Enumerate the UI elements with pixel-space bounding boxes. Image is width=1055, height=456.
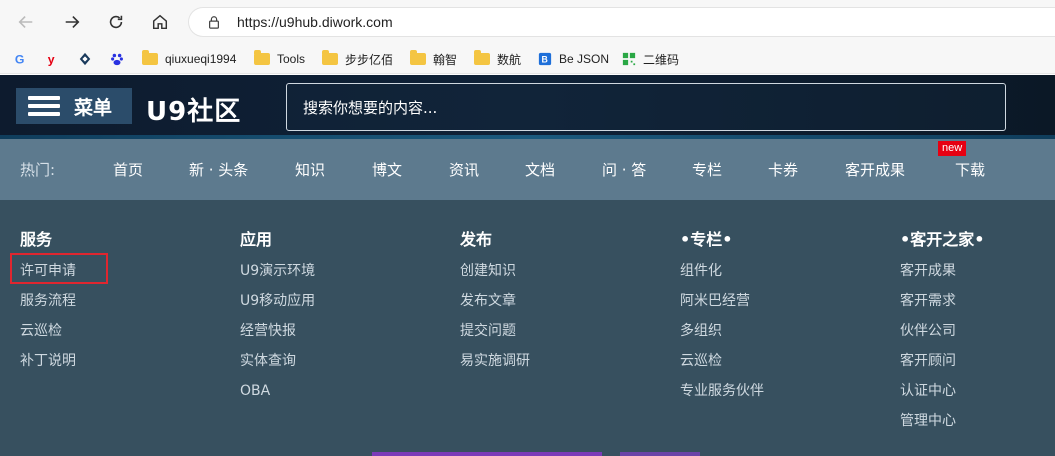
- nav-item-qa[interactable]: 问 · 答: [602, 159, 646, 180]
- diamond-icon: [79, 52, 91, 66]
- bookmark-label: Tools: [277, 52, 306, 66]
- menu-link[interactable]: 伙伴公司: [900, 316, 984, 346]
- column-title: 发布: [460, 230, 493, 249]
- bookmark-folder[interactable]: 步步亿佰: [322, 48, 393, 70]
- bookmarks-bar: G y qiuxueqi1994 Tools 步步亿佰 翰智 数航 B Be J…: [0, 44, 1055, 74]
- nav-item-knowledge[interactable]: 知识: [295, 159, 325, 180]
- nav-item-home[interactable]: 首页: [113, 159, 143, 180]
- address-bar[interactable]: https://u9hub.diwork.com: [188, 7, 1055, 37]
- home-icon[interactable]: [146, 8, 174, 36]
- svg-text:G: G: [15, 52, 25, 66]
- new-badge: new: [938, 141, 967, 156]
- nav-item-news[interactable]: 资讯: [449, 159, 479, 180]
- menu-column-services: 服务 许可申请 服务流程 云巡检 补丁说明: [20, 226, 76, 376]
- menu-column-columns: •专栏• 组件化 阿米巴经营 多组织 云巡检 专业服务伙伴: [680, 226, 764, 406]
- menu-button[interactable]: 菜单: [16, 88, 132, 124]
- menu-column-publish: 发布 创建知识 发布文章 提交问题 易实施调研: [460, 226, 530, 376]
- menu-column-apps: 应用 U9演示环境 U9移动应用 经营快报 实体查询 OBA: [240, 226, 315, 406]
- column-title: •客开之家•: [900, 230, 985, 249]
- folder-icon: [142, 50, 158, 65]
- bejson-icon: B: [538, 52, 552, 66]
- google-icon: G: [15, 52, 25, 66]
- menu-link[interactable]: 多组织: [680, 316, 764, 346]
- menu-link[interactable]: 经营快报: [240, 316, 315, 346]
- menu-link[interactable]: 阿米巴经营: [680, 286, 764, 316]
- menu-link[interactable]: 客开成果: [900, 256, 984, 286]
- menu-link[interactable]: 客开需求: [900, 286, 984, 316]
- diamond-bookmark[interactable]: [78, 48, 99, 70]
- nav-item-download[interactable]: 下载: [955, 159, 985, 180]
- menu-link[interactable]: 专业服务伙伴: [680, 376, 764, 406]
- bookmark-folder[interactable]: 翰智: [410, 48, 457, 70]
- svg-text:B: B: [542, 55, 548, 65]
- bookmark-label: 翰智: [433, 52, 458, 67]
- yonyou-icon: y: [48, 52, 55, 66]
- mega-menu: 服务 许可申请 服务流程 云巡检 补丁说明 应用 U9演示环境 U9移动应用 经…: [0, 200, 1055, 456]
- folder-icon: [322, 50, 338, 65]
- nav-item-docs[interactable]: 文档: [525, 159, 555, 180]
- bookmark-folder[interactable]: Tools: [254, 48, 305, 70]
- back-arrow-icon[interactable]: [12, 8, 40, 36]
- bookmark-folder[interactable]: 数航: [474, 48, 521, 70]
- menu-link[interactable]: 补丁说明: [20, 346, 76, 376]
- nav-item-custom-results[interactable]: 客开成果: [845, 159, 905, 180]
- menu-link[interactable]: U9移动应用: [240, 286, 315, 316]
- nav-item-blog[interactable]: 博文: [372, 159, 402, 180]
- menu-link[interactable]: 服务流程: [20, 286, 76, 316]
- menu-link[interactable]: 实体查询: [240, 346, 315, 376]
- menu-link[interactable]: 客开顾问: [900, 346, 984, 376]
- menu-link[interactable]: 创建知识: [460, 256, 530, 286]
- bookmark-label: 数航: [497, 52, 522, 67]
- bookmark-folder[interactable]: qiuxueqi1994: [142, 48, 236, 70]
- yonyou-bookmark[interactable]: y: [46, 48, 67, 70]
- bookmark-label: 二维码: [643, 52, 680, 67]
- refresh-icon[interactable]: [102, 8, 130, 36]
- menu-link[interactable]: 管理中心: [900, 406, 984, 436]
- site-logo[interactable]: U9社区: [146, 91, 241, 128]
- hot-label: 热门:: [20, 161, 56, 179]
- baidu-icon: [111, 53, 123, 66]
- nav-item-headlines[interactable]: 新 · 头条: [189, 159, 248, 180]
- bookmark-label: qiuxueqi1994: [165, 52, 237, 66]
- menu-link[interactable]: OBA: [240, 376, 315, 406]
- column-title: 服务: [20, 230, 53, 249]
- hot-nav: 热门: 首页 新 · 头条 知识 博文 资讯 文档 问 · 答 专栏 卡券 客开…: [0, 139, 1055, 200]
- site-header: 菜单 U9社区 搜索你想要的内容...: [0, 75, 1055, 139]
- bookmark-qrcode[interactable]: 二维码: [622, 48, 679, 70]
- search-input[interactable]: 搜索你想要的内容...: [286, 83, 1006, 131]
- column-title: •专栏•: [680, 230, 733, 249]
- menu-link[interactable]: U9演示环境: [240, 256, 315, 286]
- hamburger-icon: [28, 96, 60, 116]
- google-bookmark[interactable]: G: [14, 48, 35, 70]
- forward-arrow-icon[interactable]: [58, 8, 86, 36]
- browser-toolbar: https://u9hub.diwork.com: [0, 0, 1055, 44]
- lock-icon: [209, 16, 219, 29]
- bookmark-label: Be JSON: [559, 52, 610, 66]
- menu-link[interactable]: 易实施调研: [460, 346, 530, 376]
- folder-icon: [254, 50, 270, 65]
- menu-label: 菜单: [74, 96, 113, 119]
- page-content-strip: [620, 452, 700, 456]
- baidu-bookmark[interactable]: [110, 48, 131, 70]
- svg-text:y: y: [48, 52, 55, 66]
- menu-link[interactable]: 提交问题: [460, 316, 530, 346]
- page-content-strip: [372, 452, 602, 456]
- folder-icon: [474, 50, 490, 65]
- menu-column-custom-dev: •客开之家• 客开成果 客开需求 伙伴公司 客开顾问 认证中心 管理中心: [900, 226, 984, 436]
- nav-item-column[interactable]: 专栏: [692, 159, 722, 180]
- menu-link[interactable]: 组件化: [680, 256, 764, 286]
- menu-link[interactable]: 认证中心: [900, 376, 984, 406]
- url-text: https://u9hub.diwork.com: [237, 14, 393, 30]
- highlight-box: [10, 253, 108, 284]
- search-placeholder: 搜索你想要的内容...: [303, 98, 438, 117]
- bookmark-bejson[interactable]: B Be JSON: [538, 48, 609, 70]
- qrcode-icon: [622, 52, 636, 66]
- menu-link[interactable]: 发布文章: [460, 286, 530, 316]
- bookmark-label: 步步亿佰: [345, 52, 394, 67]
- menu-link[interactable]: 云巡检: [20, 316, 76, 346]
- nav-item-coupons[interactable]: 卡券: [768, 159, 798, 180]
- menu-link[interactable]: 云巡检: [680, 346, 764, 376]
- folder-icon: [410, 50, 426, 65]
- column-title: 应用: [240, 230, 273, 249]
